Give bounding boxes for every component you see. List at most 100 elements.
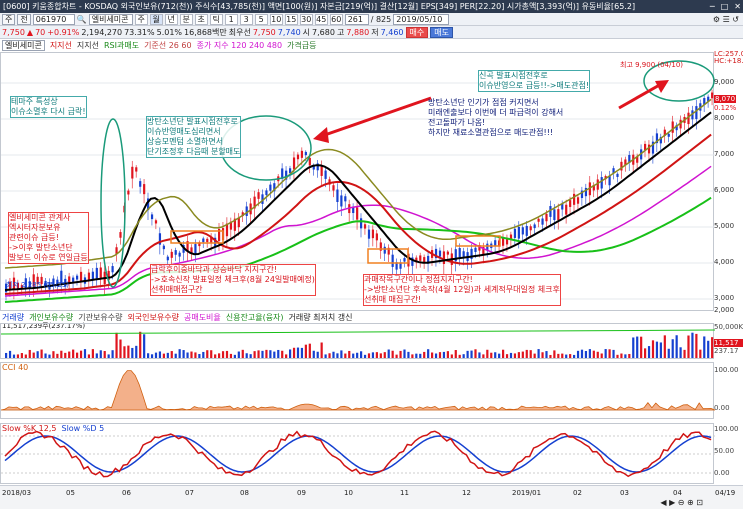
volume-bar [166, 352, 169, 358]
candle-body [438, 250, 442, 257]
volume-bar [549, 354, 552, 358]
volume-bar [324, 354, 327, 358]
settings-icon[interactable]: ⚙ ☰ ↺ [713, 15, 743, 24]
stock-code-input[interactable]: 061970 [32, 13, 75, 25]
candle-body [360, 218, 363, 229]
sell-button[interactable]: 매도 [430, 26, 453, 38]
candle-body [206, 238, 209, 243]
volume-bar [628, 353, 631, 358]
volume-bar [91, 349, 94, 358]
legend-stock-name[interactable]: 엘비세미콘 [2, 40, 45, 51]
candle-body [356, 207, 359, 220]
change-pct: +0.91% [47, 27, 80, 37]
close-icon[interactable]: ✕ [734, 0, 741, 13]
volume-bar [407, 351, 410, 358]
price-chart[interactable] [1, 53, 715, 312]
arrow-line [318, 96, 432, 139]
candle-body [91, 271, 94, 280]
annotation-support: 과매작목구간이나 정점지지구간! ->방탄소년단 후속작(4월 12일)과 세계적… [363, 274, 561, 306]
tab-year[interactable]: 분 [179, 13, 193, 25]
minute-10-button[interactable]: 10 [269, 13, 283, 25]
date-input[interactable]: 2019/05/10 [393, 13, 450, 25]
volume-panel[interactable] [0, 323, 716, 360]
volume-bar [620, 353, 623, 358]
price-panel[interactable] [0, 52, 715, 312]
candle-body [76, 275, 79, 280]
legend-short[interactable]: 공매도비율 [184, 312, 221, 323]
candle-body [127, 190, 130, 195]
x-axis-label: 12 [462, 489, 471, 497]
volume-bar [695, 333, 698, 358]
minute-60-button[interactable]: 60 [329, 13, 343, 25]
volume-bar [300, 347, 304, 358]
candle-body [135, 167, 138, 172]
stoch-panel[interactable] [0, 423, 715, 485]
count-input[interactable]: 261 [344, 13, 369, 25]
legend-support1[interactable]: 지지선 [50, 40, 72, 51]
tab-month[interactable]: 년 [164, 13, 178, 25]
candle-body [375, 233, 378, 241]
menu2-button[interactable]: 전 [17, 13, 31, 25]
volume-bar [565, 354, 568, 358]
volume-bar [304, 344, 307, 358]
annotation-theme: 테마주 특성상 이슈소멸후 다시 급락! [10, 96, 87, 118]
buy-button[interactable]: 매수 [405, 26, 429, 38]
minute-30-button[interactable]: 30 [299, 13, 313, 25]
volume-bar [509, 352, 513, 358]
scroll-controls-icon[interactable]: ◀ ▶ ⊖ ⊕ ⊡ [660, 498, 703, 507]
tab-minute[interactable]: 초 [194, 13, 208, 25]
minute-1-button[interactable]: 1 [224, 13, 238, 25]
volume-bar [296, 347, 300, 358]
stock-name-field[interactable]: 엘비세미콘 [88, 13, 133, 25]
minute-45-button[interactable]: 45 [314, 13, 328, 25]
legend-rsi[interactable]: RSI과매도 [104, 40, 139, 51]
candle-body [671, 121, 674, 133]
legend-vol-low[interactable]: 거래량 최저치 갱신 [289, 312, 353, 323]
volume-bar [237, 351, 240, 358]
volume-bar [470, 350, 473, 358]
legend-surge[interactable]: 가격급등 [287, 40, 316, 51]
minute-3-button[interactable]: 3 [239, 13, 253, 25]
volume-bar [281, 350, 284, 358]
current-price-tag: 8,070 [714, 95, 737, 103]
ratio2-value: 5.01% [156, 27, 183, 37]
legend-base[interactable]: 기준선 26 60 [144, 40, 192, 51]
volume-bar [395, 354, 398, 358]
cci-panel[interactable] [0, 362, 716, 420]
volume-bar [289, 349, 292, 358]
candle-body [95, 267, 98, 279]
legend-credit[interactable]: 신용잔고율(융자) [226, 312, 284, 323]
volume-bar [150, 354, 154, 358]
volume-bar [644, 348, 647, 358]
minute-15-button[interactable]: 15 [284, 13, 298, 25]
volume-bar [683, 349, 686, 358]
volume-bar [245, 353, 248, 358]
minute-5-button[interactable]: 5 [254, 13, 268, 25]
legend-foreign[interactable]: 외국인보유수량 [127, 312, 179, 323]
volume-bar [687, 335, 690, 358]
maximize-icon[interactable]: □ [721, 0, 729, 13]
volume-bar [336, 353, 339, 358]
candle-body [139, 181, 142, 187]
legend-ma[interactable]: 종가 지수 120 240 480 [197, 40, 282, 51]
candle-body [79, 271, 83, 282]
volume-bar [253, 351, 256, 358]
volume-bar [269, 350, 272, 358]
tab-tick[interactable]: 틱 [209, 13, 223, 25]
tab-day[interactable]: 주 [134, 13, 148, 25]
volume-bar [367, 353, 371, 358]
volume-bar [561, 353, 564, 358]
stoch-chart[interactable] [1, 424, 715, 485]
tab-week[interactable]: 월 [149, 13, 163, 25]
cci-chart[interactable] [0, 363, 716, 420]
candle-body [458, 248, 461, 258]
legend-support2[interactable]: 지지선 [77, 40, 99, 51]
menu-button[interactable]: 주 [2, 13, 16, 25]
minimize-icon[interactable]: ─ [710, 0, 715, 13]
volume-bar [573, 354, 576, 358]
search-icon[interactable]: 🔍 [77, 15, 87, 24]
volume-bar [182, 350, 185, 358]
toolbar-quote: 7,750 ▲ 70 +0.91% 2,194,270 73.31% 5.01%… [0, 26, 743, 39]
volume-chart[interactable] [0, 324, 716, 360]
volume-bar [119, 339, 122, 358]
